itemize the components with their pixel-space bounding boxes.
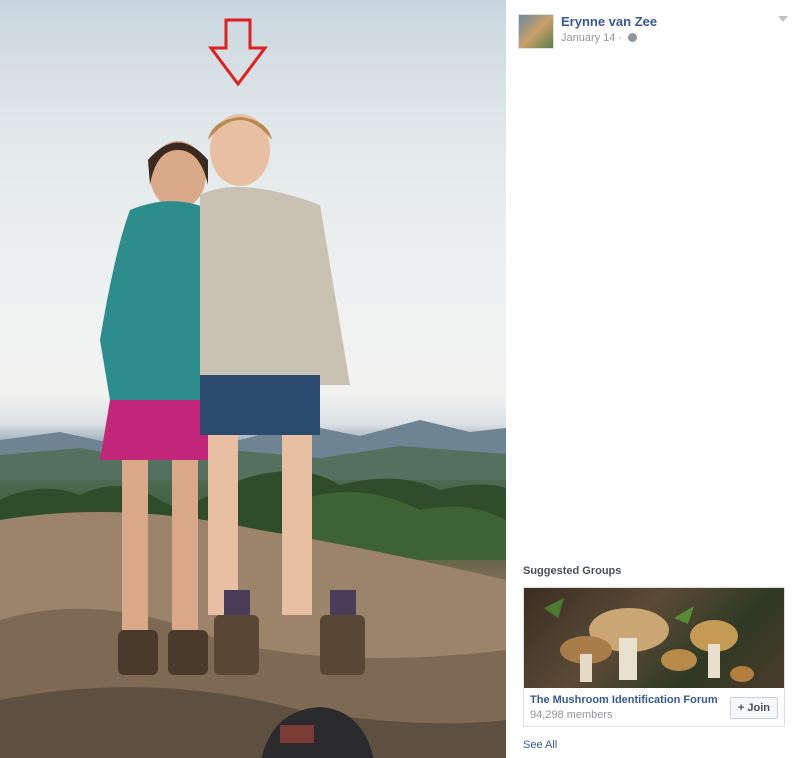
post-photo[interactable] <box>0 0 506 758</box>
post-header: Erynne van Zee January 14 · <box>518 12 788 49</box>
group-cover-image[interactable] <box>524 588 784 688</box>
globe-icon <box>628 33 638 42</box>
author-name[interactable]: Erynne van Zee <box>561 14 657 29</box>
group-card[interactable]: The Mushroom Identification Forum 94,298… <box>523 587 785 727</box>
avatar[interactable] <box>518 14 554 49</box>
chevron-down-icon[interactable] <box>778 16 788 22</box>
suggested-groups-title: Suggested Groups <box>523 565 622 577</box>
group-member-count: 94,298 members <box>530 709 613 721</box>
post-meta: January 14 · <box>561 32 638 44</box>
mushroom-photo <box>544 598 754 682</box>
join-button[interactable]: + Join <box>729 697 778 719</box>
post-sidebar: Erynne van Zee January 14 · Suggested Gr… <box>506 0 800 758</box>
see-all-link[interactable]: See All <box>523 739 557 751</box>
group-name[interactable]: The Mushroom Identification Forum <box>530 694 718 706</box>
post-date[interactable]: January 14 <box>561 32 615 44</box>
backpack <box>261 707 374 758</box>
hiker-right <box>200 114 365 675</box>
arrow-annotation-icon <box>208 18 268 86</box>
